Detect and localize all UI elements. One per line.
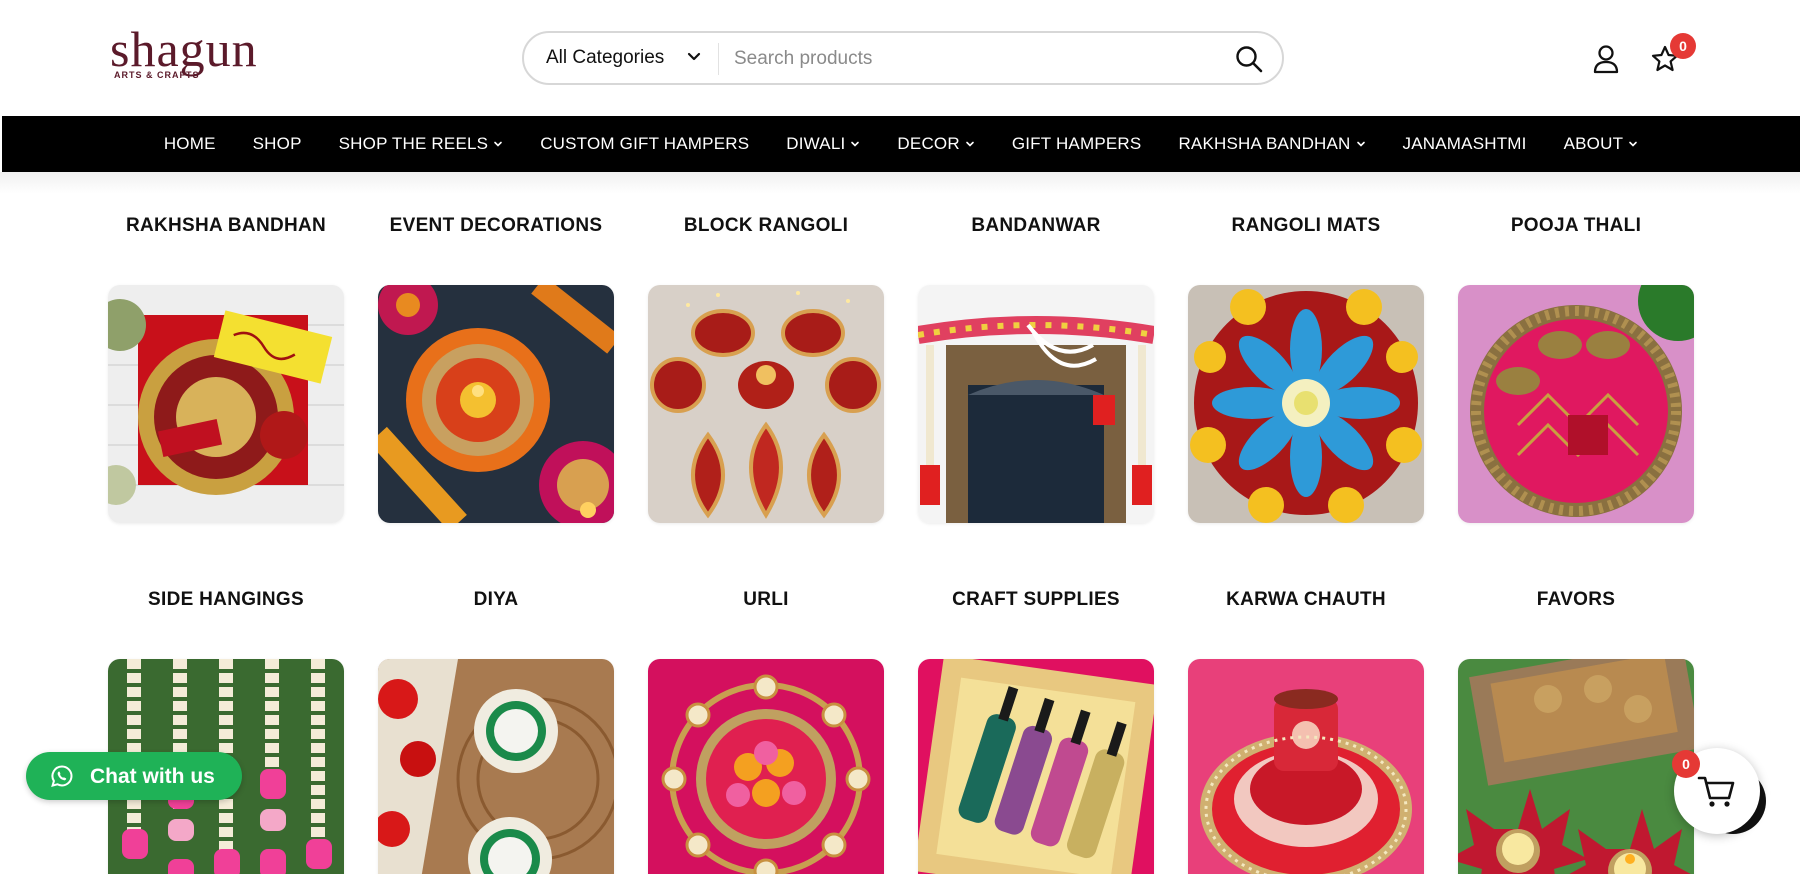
- chevron-down-icon[interactable]: [1356, 139, 1366, 149]
- shell-diya-photo: [378, 659, 614, 874]
- category-image-craft-supplies[interactable]: [918, 659, 1154, 874]
- chevron-down-icon[interactable]: [850, 139, 860, 149]
- nav-item-label: CUSTOM GIFT HAMPERS: [540, 134, 750, 153]
- nav-item-label: SHOP: [252, 134, 302, 153]
- category-title-rangoli-mats[interactable]: RANGOLI MATS: [1186, 215, 1426, 237]
- nav-item-about[interactable]: ABOUT: [1564, 134, 1639, 154]
- nav-item-label: GIFT HAMPERS: [1011, 134, 1142, 153]
- search-bar: All Categories: [522, 31, 1284, 85]
- nav-item-label: RAKHSHA BANDHAN: [1178, 134, 1351, 153]
- pooja-thali-photo: [1458, 285, 1694, 523]
- category-image-karwa-chauth[interactable]: [1188, 659, 1424, 874]
- brand-logo[interactable]: shagun ARTS & CRAFTS: [110, 21, 280, 90]
- category-image-rakhsha-bandhan[interactable]: [108, 285, 344, 523]
- category-image-pooja-thali[interactable]: [1458, 285, 1694, 523]
- category-image-block-rangoli[interactable]: [648, 285, 884, 523]
- cart-icon: [1697, 776, 1735, 807]
- brand-tagline: ARTS & CRAFTS: [114, 70, 200, 80]
- category-title-block-rangoli[interactable]: BLOCK RANGOLI: [646, 215, 886, 237]
- nav-item-label: HOME: [163, 134, 216, 153]
- search-divider: [718, 43, 719, 75]
- nav-item-shop-the-reels[interactable]: SHOP THE REELS: [339, 134, 504, 154]
- category-image-rangoli-mats[interactable]: [1188, 285, 1424, 523]
- category-title-rakhsha-bandhan[interactable]: RAKHSHA BANDHAN: [106, 215, 346, 237]
- category-image-event-decorations[interactable]: [378, 285, 614, 523]
- rakhi-thali-photo: [108, 285, 344, 523]
- nav-item-label: DECOR: [897, 134, 960, 153]
- search-icon[interactable]: [1234, 44, 1264, 74]
- nav-shadow: [0, 172, 1800, 194]
- whatsapp-icon: [51, 765, 73, 788]
- search-input[interactable]: [734, 41, 1214, 77]
- block-rangoli-photo: [648, 285, 884, 523]
- chat-with-us-button[interactable]: Chat with us: [26, 752, 242, 800]
- category-title-favors[interactable]: FAVORS: [1456, 589, 1696, 611]
- nav-item-shop[interactable]: SHOP: [253, 134, 302, 154]
- wishlist-count-badge: 0: [1670, 33, 1696, 59]
- nav-item-label: DIWALI: [786, 134, 846, 153]
- nav-item-home[interactable]: HOME: [164, 134, 216, 154]
- category-title-event-decorations[interactable]: EVENT DECORATIONS: [376, 215, 616, 237]
- main-navigation: HOME SHOP SHOP THE REELS CUSTOM GIFT HAMPER…: [2, 116, 1800, 172]
- category-image-diya[interactable]: [378, 659, 614, 874]
- category-title-pooja-thali[interactable]: POOJA THALI: [1456, 215, 1696, 237]
- nav-item-label: ABOUT: [1563, 134, 1624, 153]
- chat-label: Chat with us: [90, 765, 215, 788]
- rangoli-mat-photo: [1188, 285, 1424, 523]
- cart-count-badge: 0: [1672, 750, 1700, 778]
- nav-item-rakhsha-bandhan[interactable]: RAKHSHA BANDHAN: [1178, 134, 1365, 154]
- nav-item-custom-gift-hampers[interactable]: CUSTOM GIFT HAMPERS: [540, 134, 749, 154]
- user-icon[interactable]: [1592, 44, 1620, 74]
- door-bandanwar-photo: [918, 285, 1154, 523]
- category-title-karwa-chauth[interactable]: KARWA CHAUTH: [1186, 589, 1426, 611]
- category-select[interactable]: All Categories: [546, 47, 664, 69]
- floral-diya-decor-photo: [378, 285, 614, 523]
- category-title-craft-supplies[interactable]: CRAFT SUPPLIES: [916, 589, 1156, 611]
- nav-item-gift-hampers[interactable]: GIFT HAMPERS: [1012, 134, 1142, 154]
- category-image-bandanwar[interactable]: [918, 285, 1154, 523]
- category-image-favors[interactable]: [1458, 659, 1694, 874]
- glitter-bottles-photo: [918, 659, 1154, 874]
- chevron-down-icon[interactable]: [1628, 139, 1638, 149]
- nav-item-label: SHOP THE REELS: [338, 134, 489, 153]
- category-image-urli[interactable]: [648, 659, 884, 874]
- nav-item-diwali[interactable]: DIWALI: [786, 134, 860, 154]
- nav-item-decor[interactable]: DECOR: [897, 134, 974, 154]
- category-title-side-hangings[interactable]: SIDE HANGINGS: [106, 589, 346, 611]
- lotus-tealight-photo: [1458, 659, 1694, 874]
- nav-item-label: JANAMASHTMI: [1402, 134, 1527, 153]
- chevron-down-icon[interactable]: [493, 139, 503, 149]
- site-header: shagun ARTS & CRAFTS All Categories 0: [0, 0, 1800, 116]
- nav-item-janamashtmi[interactable]: JANAMASHTMI: [1403, 134, 1527, 154]
- category-title-urli[interactable]: URLI: [646, 589, 886, 611]
- karwa-chauth-set-photo: [1188, 659, 1424, 874]
- chevron-down-icon[interactable]: [684, 47, 704, 67]
- category-title-bandanwar[interactable]: BANDANWAR: [916, 215, 1156, 237]
- chevron-down-icon[interactable]: [965, 139, 975, 149]
- urli-photo: [648, 659, 884, 874]
- nav-list: HOME SHOP SHOP THE REELS CUSTOM GIFT HAMPER…: [2, 116, 1800, 172]
- category-title-diya[interactable]: DIYA: [376, 589, 616, 611]
